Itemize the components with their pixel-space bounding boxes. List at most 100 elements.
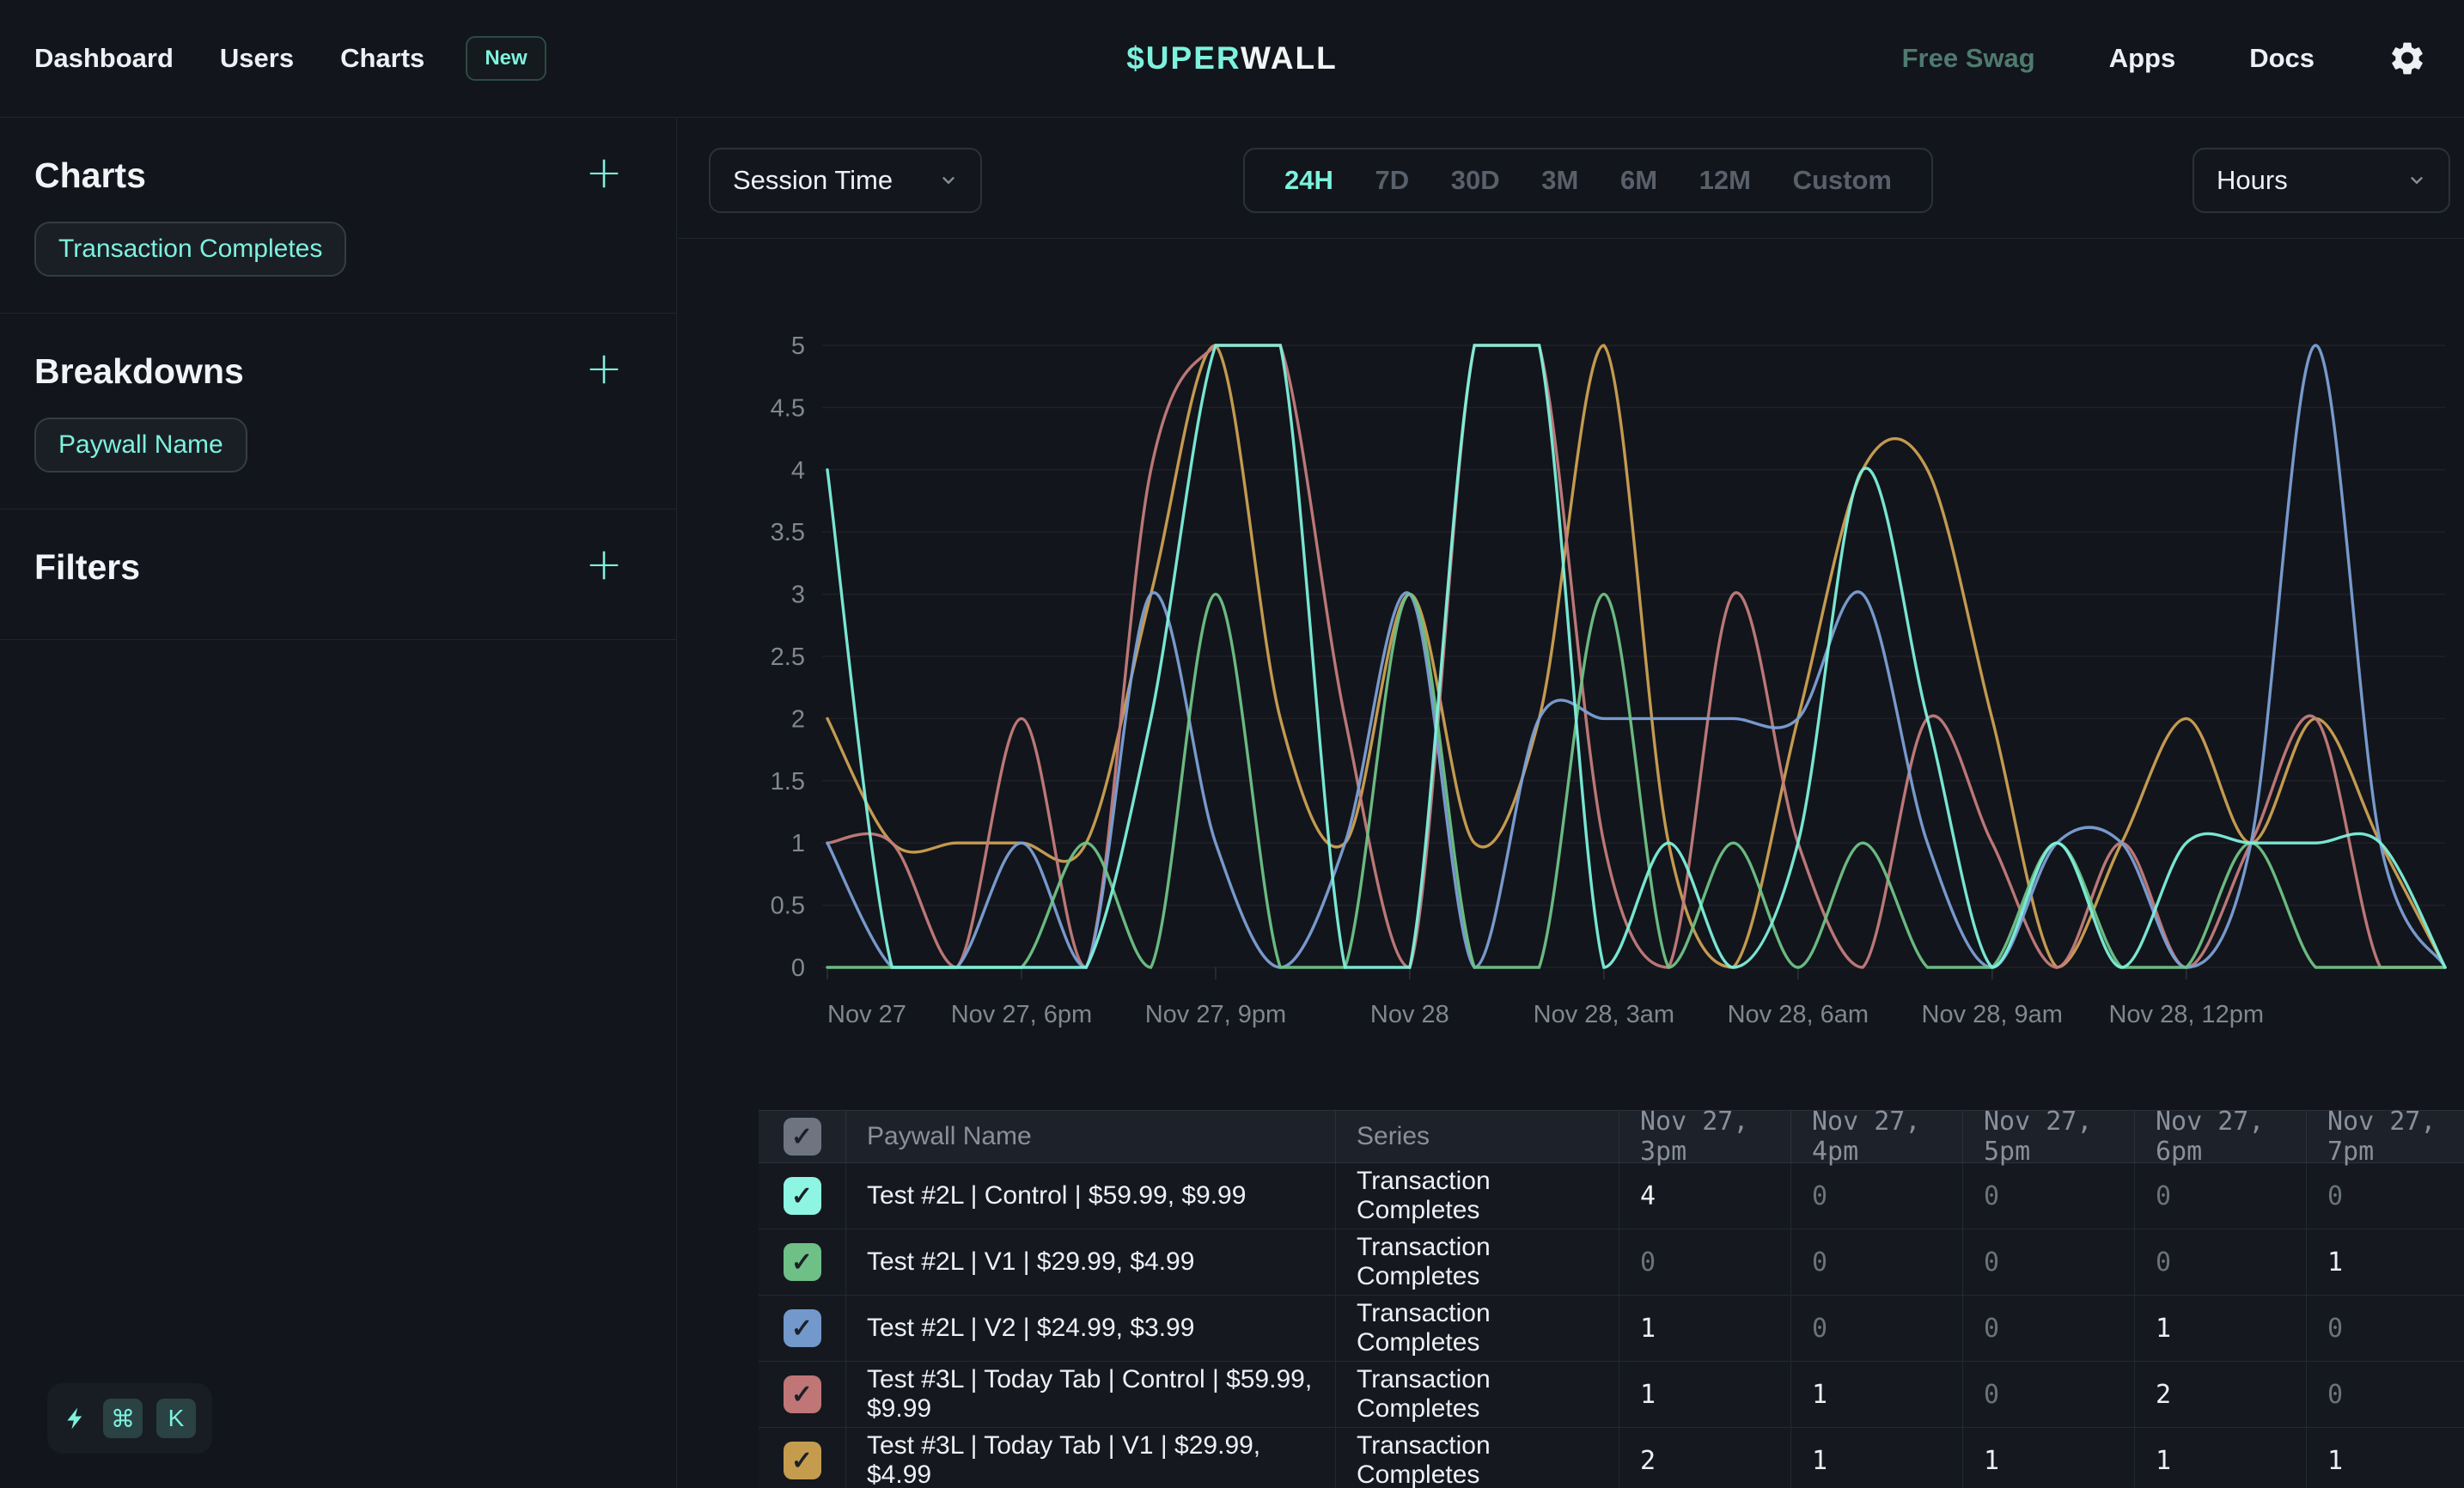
breakdown-table: ✓ Paywall Name Series Nov 27, 3pm Nov 27… <box>759 1110 2464 1488</box>
col-header-nov27-5pm: Nov 27, 5pm <box>1963 1111 2135 1162</box>
table-row: ✓ Test #2L | Control | $59.99, $9.99 Tra… <box>759 1163 2464 1229</box>
value-cell: 0 <box>2135 1163 2307 1229</box>
tab-30d[interactable]: 30D <box>1451 165 1500 196</box>
new-badge: New <box>466 36 546 81</box>
tab-7d[interactable]: 7D <box>1375 165 1410 196</box>
svg-text:Nov 28: Nov 28 <box>1370 1001 1449 1028</box>
add-filter-button[interactable]: + <box>582 544 626 588</box>
nav-right: Free Swag Apps Docs <box>1902 40 2426 77</box>
svg-text:Nov 27, 6pm: Nov 27, 6pm <box>951 1001 1092 1028</box>
nav-item-docs[interactable]: Docs <box>2249 43 2315 74</box>
svg-text:3.5: 3.5 <box>771 519 805 546</box>
value-cell: 0 <box>1791 1229 1963 1295</box>
unit-select-value: Hours <box>2217 165 2288 196</box>
value-cell: 0 <box>1791 1163 1963 1229</box>
paywall-name-cell: Test #2L | V1 | $29.99, $4.99 <box>846 1229 1336 1295</box>
value-cell: 1 <box>1791 1428 1963 1488</box>
svg-text:2: 2 <box>791 705 805 733</box>
sidebar: Charts + Transaction Completes Breakdown… <box>0 118 677 1488</box>
paywall-name-cell: Test #2L | V2 | $24.99, $3.99 <box>846 1296 1336 1361</box>
charts-section-title: Charts <box>34 156 642 196</box>
value-cell: 4 <box>1619 1163 1791 1229</box>
unit-select[interactable]: Hours <box>2193 148 2450 213</box>
row-checkbox[interactable]: ✓ <box>784 1177 821 1215</box>
table-row: ✓ Test #2L | V1 | $29.99, $4.99 Transact… <box>759 1229 2464 1296</box>
value-cell: 1 <box>1963 1428 2135 1488</box>
svg-text:2.5: 2.5 <box>771 643 805 671</box>
value-cell: 0 <box>1963 1362 2135 1427</box>
row-checkbox[interactable]: ✓ <box>784 1309 821 1347</box>
nav-item-charts[interactable]: Charts <box>340 43 424 74</box>
value-cell: 1 <box>1619 1362 1791 1427</box>
value-cell: 0 <box>2307 1362 2464 1427</box>
tab-6m[interactable]: 6M <box>1620 165 1657 196</box>
paywall-name-cell: Test #3L | Today Tab | Control | $59.99,… <box>846 1362 1336 1427</box>
value-cell: 0 <box>1619 1229 1791 1295</box>
nav-item-apps[interactable]: Apps <box>2109 43 2176 74</box>
svg-text:5: 5 <box>791 332 805 360</box>
series-cell: Transaction Completes <box>1336 1163 1619 1229</box>
value-cell: 0 <box>1963 1296 2135 1361</box>
superwall-logo: $UPERWALL <box>1126 40 1338 76</box>
table-row: ✓ Test #3L | Today Tab | Control | $59.9… <box>759 1362 2464 1428</box>
chip-paywall-name[interactable]: Paywall Name <box>34 418 247 473</box>
svg-text:Nov 28, 12pm: Nov 28, 12pm <box>2108 1001 2264 1028</box>
table-header-row: ✓ Paywall Name Series Nov 27, 3pm Nov 27… <box>759 1110 2464 1163</box>
logo-white-part: WALL <box>1241 40 1338 76</box>
settings-gear-icon[interactable] <box>2388 40 2426 77</box>
cmd-keycap: ⌘ <box>103 1399 143 1438</box>
tab-custom[interactable]: Custom <box>1793 165 1892 196</box>
svg-text:4: 4 <box>791 457 805 485</box>
value-cell: 1 <box>1791 1362 1963 1427</box>
filters-section-title: Filters <box>34 547 642 588</box>
svg-text:1.5: 1.5 <box>771 768 805 796</box>
sidebar-section-filters: Filters + <box>0 509 676 640</box>
series-cell: Transaction Completes <box>1336 1428 1619 1488</box>
sidebar-section-breakdowns: Breakdowns + Paywall Name <box>0 314 676 509</box>
tab-3m[interactable]: 3M <box>1541 165 1578 196</box>
time-range-tabs: 24H 7D 30D 3M 6M 12M Custom <box>1243 148 1933 213</box>
row-checkbox[interactable]: ✓ <box>784 1442 821 1479</box>
chip-transaction-completes[interactable]: Transaction Completes <box>34 222 346 277</box>
chevron-down-icon <box>2407 171 2426 190</box>
command-palette-shortcut[interactable]: ⌘ K <box>47 1383 212 1454</box>
select-all-checkbox[interactable]: ✓ <box>784 1118 821 1156</box>
col-header-paywall-name: Paywall Name <box>846 1111 1336 1162</box>
value-cell: 0 <box>2307 1163 2464 1229</box>
nav-item-free-swag[interactable]: Free Swag <box>1902 43 2035 74</box>
nav-item-users[interactable]: Users <box>220 43 294 74</box>
svg-text:Nov 28, 6am: Nov 28, 6am <box>1728 1001 1869 1028</box>
row-checkbox[interactable]: ✓ <box>784 1375 821 1413</box>
sidebar-section-charts: Charts + Transaction Completes <box>0 118 676 314</box>
svg-text:0.5: 0.5 <box>771 893 805 920</box>
lightning-bolt-icon <box>64 1405 89 1432</box>
svg-text:3: 3 <box>791 582 805 609</box>
metric-select[interactable]: Session Time <box>709 148 982 213</box>
table-row: ✓ Test #2L | V2 | $24.99, $3.99 Transact… <box>759 1296 2464 1362</box>
add-breakdown-button[interactable]: + <box>582 348 626 393</box>
toolbar-divider <box>678 238 2464 239</box>
value-cell: 1 <box>1619 1296 1791 1361</box>
svg-text:Nov 28, 3am: Nov 28, 3am <box>1534 1001 1674 1028</box>
col-header-nov27-6pm: Nov 27, 6pm <box>2135 1111 2307 1162</box>
k-keycap: K <box>156 1399 196 1438</box>
value-cell: 1 <box>2307 1428 2464 1488</box>
series-cell: Transaction Completes <box>1336 1362 1619 1427</box>
value-cell: 0 <box>1791 1296 1963 1361</box>
table-row: ✓ Test #3L | Today Tab | V1 | $29.99, $4… <box>759 1428 2464 1488</box>
svg-text:0: 0 <box>791 954 805 982</box>
nav-item-dashboard[interactable]: Dashboard <box>34 43 174 74</box>
col-header-nov27-4pm: Nov 27, 4pm <box>1791 1111 1963 1162</box>
tab-24h[interactable]: 24H <box>1284 165 1333 196</box>
paywall-name-cell: Test #3L | Today Tab | V1 | $29.99, $4.9… <box>846 1428 1336 1488</box>
value-cell: 2 <box>1619 1428 1791 1488</box>
breakdowns-section-title: Breakdowns <box>34 351 642 392</box>
value-cell: 1 <box>2135 1428 2307 1488</box>
row-checkbox[interactable]: ✓ <box>784 1243 821 1281</box>
series-cell: Transaction Completes <box>1336 1296 1619 1361</box>
value-cell: 1 <box>2307 1229 2464 1295</box>
tab-12m[interactable]: 12M <box>1699 165 1751 196</box>
col-header-nov27-3pm: Nov 27, 3pm <box>1619 1111 1791 1162</box>
value-cell: 2 <box>2135 1362 2307 1427</box>
add-chart-button[interactable]: + <box>582 152 626 197</box>
